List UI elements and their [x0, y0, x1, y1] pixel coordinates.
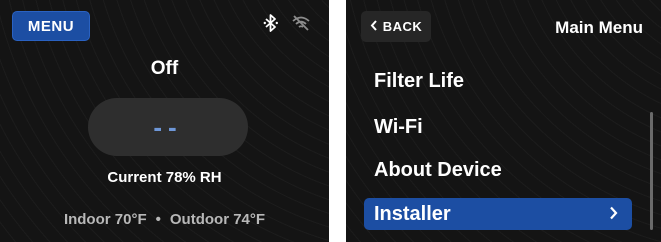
back-button[interactable]: BACK — [361, 11, 431, 42]
chevron-left-icon — [370, 19, 378, 34]
menu-item-about-device[interactable]: About Device — [374, 159, 502, 182]
setpoint-value: -- — [153, 111, 183, 142]
main-menu-screen: BACK Main Menu Filter Life Wi-Fi About D… — [346, 0, 661, 242]
bluetooth-icon — [263, 14, 279, 32]
humidity-readout: Current 78% RH — [107, 169, 222, 186]
status-icons — [263, 14, 311, 32]
menu-item-installer[interactable]: Installer — [364, 198, 632, 230]
separator-dot: • — [155, 211, 161, 228]
outdoor-temperature: Outdoor 74°F — [169, 211, 266, 228]
scrollbar[interactable] — [650, 112, 653, 230]
wifi-off-icon — [291, 14, 311, 32]
mode-status: Off — [150, 58, 179, 79]
page-title: Main Menu — [555, 18, 643, 37]
setpoint-display[interactable]: -- — [88, 98, 248, 156]
menu-item-installer-label: Installer — [374, 202, 451, 225]
back-label: BACK — [382, 19, 423, 34]
indoor-temperature: Indoor 70°F — [63, 211, 147, 228]
thermostat-home-screen: MENU Off -- Current 78% RH Indoor 70°F • O… — [0, 0, 329, 242]
chevron-right-icon — [609, 203, 618, 226]
menu-button[interactable]: MENU — [12, 11, 90, 41]
menu-item-filter-life[interactable]: Filter Life — [374, 70, 464, 93]
temperature-row: Indoor 70°F • Outdoor 74°F — [0, 211, 329, 228]
menu-item-wifi[interactable]: Wi-Fi — [374, 116, 423, 139]
